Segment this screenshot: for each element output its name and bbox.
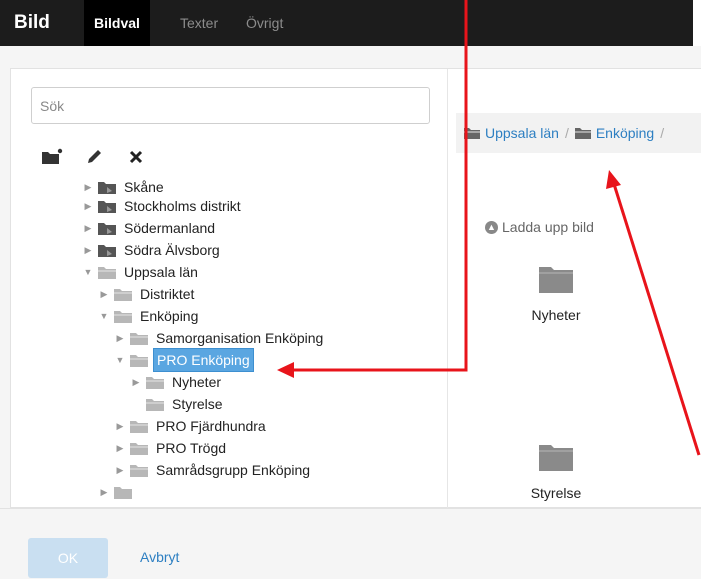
folder-lock-icon — [98, 181, 116, 194]
header-edge — [693, 0, 701, 46]
folder-tile-label: Styrelse — [530, 485, 582, 501]
caret-down-icon[interactable]: ▼ — [83, 261, 93, 283]
tree-item-label: Enköping — [140, 308, 199, 324]
caret-down-icon[interactable]: ▼ — [115, 349, 125, 371]
breadcrumb-separator: / — [564, 125, 569, 141]
panel-divider — [447, 69, 448, 509]
tree-item-selected[interactable]: ▼ PRO Enköping — [115, 348, 254, 372]
folder-icon — [114, 288, 132, 301]
folder-lock-icon — [98, 222, 116, 235]
breadcrumb-item[interactable]: Enköping — [574, 125, 655, 141]
folder-icon — [130, 332, 148, 345]
caret-right-icon[interactable]: ▶ — [83, 195, 93, 217]
top-bar: Bild Bildval Texter Övrigt — [0, 0, 701, 46]
folder-icon — [146, 398, 164, 411]
upload-circle-icon: ▲ — [485, 220, 498, 234]
cancel-link[interactable]: Avbryt — [140, 549, 179, 565]
folder-icon — [539, 267, 573, 293]
folder-icon — [130, 420, 148, 433]
tree-item[interactable]: ▶ Nyheter — [131, 371, 224, 393]
tree-item[interactable]: ▶ Stockholms distrikt — [83, 195, 244, 217]
tree-item[interactable]: ▼ Uppsala län — [83, 261, 201, 283]
folder-tile[interactable]: Styrelse — [511, 443, 601, 501]
tree-item-label: PRO Fjärdhundra — [156, 418, 266, 434]
dialog-title: Bild — [14, 12, 50, 33]
tab-texter[interactable]: Texter — [170, 0, 228, 46]
breadcrumb-label: Uppsala län — [485, 125, 559, 141]
tree-item[interactable]: ▶ Distriktet — [99, 283, 197, 305]
tree-item-label: PRO Enköping — [153, 348, 254, 372]
delete-icon[interactable] — [125, 147, 147, 167]
caret-right-icon[interactable]: ▶ — [83, 217, 93, 239]
caret-right-icon[interactable]: ▶ — [99, 481, 109, 501]
new-folder-icon[interactable] — [41, 147, 63, 167]
dialog-footer: OK Avbryt — [0, 508, 701, 579]
tree-item-label: Södermanland — [124, 220, 216, 236]
caret-right-icon[interactable]: ▶ — [131, 371, 141, 393]
caret-right-icon[interactable]: ▶ — [99, 283, 109, 305]
folder-icon — [114, 486, 132, 499]
folder-icon — [146, 376, 164, 389]
tree-item[interactable]: ▶ Samrådsgrupp Enköping — [115, 459, 313, 481]
tree-item-label: Styrelse — [172, 396, 223, 412]
caret-down-icon[interactable]: ▼ — [99, 305, 109, 327]
tree-item[interactable]: ▶ Södermanland — [83, 217, 218, 239]
folder-tree: ▶ Skåne ▶ Stockholms distrikt ▶ Söderman… — [11, 179, 441, 501]
breadcrumb-item[interactable]: Uppsala län — [464, 125, 559, 141]
breadcrumb: Uppsala län / Enköping / — [456, 113, 701, 153]
ok-button[interactable]: OK — [28, 538, 108, 578]
tree-item-label: Distriktet — [140, 286, 195, 302]
folder-icon — [130, 442, 148, 455]
tree-item[interactable]: Styrelse — [131, 393, 226, 415]
tree-item[interactable]: ▶ PRO Trögd — [115, 437, 229, 459]
tab-bildval[interactable]: Bildval — [84, 0, 150, 46]
tree-item[interactable]: ▶ Södra Älvsborg — [83, 239, 223, 261]
tree-item-label: Stockholms distrikt — [124, 198, 241, 214]
folder-lock-icon — [98, 244, 116, 257]
caret-right-icon[interactable]: ▶ — [115, 459, 125, 481]
tab-ovrigt[interactable]: Övrigt — [236, 0, 293, 46]
folder-lock-icon — [98, 200, 116, 213]
folder-open-icon — [130, 354, 148, 367]
pencil-icon[interactable] — [83, 147, 105, 167]
upload-label: Ladda upp bild — [502, 219, 594, 235]
breadcrumb-label: Enköping — [595, 125, 655, 141]
folder-tile-label: Nyheter — [531, 307, 581, 323]
caret-right-icon[interactable]: ▶ — [115, 327, 125, 349]
caret-right-icon[interactable]: ▶ — [83, 239, 93, 261]
tree-item[interactable]: ▶ Samorganisation Enköping — [115, 327, 326, 349]
folder-icon — [539, 445, 573, 471]
tree-item[interactable]: ▼ Enköping — [99, 305, 201, 327]
folder-open-icon — [464, 128, 480, 139]
caret-right-icon[interactable]: ▶ — [115, 415, 125, 437]
tree-item-label: Samorganisation Enköping — [156, 330, 324, 346]
tree-item-label: Samrådsgrupp Enköping — [156, 462, 311, 478]
breadcrumb-separator: / — [660, 125, 665, 141]
main-panel: ▶ Skåne ▶ Stockholms distrikt ▶ Söderman… — [10, 68, 701, 509]
tree-item-label: Nyheter — [172, 374, 222, 390]
folder-open-icon — [98, 266, 116, 279]
search-input[interactable] — [31, 87, 430, 124]
tree-item-partial[interactable]: ▶ — [99, 481, 137, 501]
tree-item-label: Uppsala län — [124, 264, 198, 280]
folder-icon — [130, 464, 148, 477]
folder-open-icon — [114, 310, 132, 323]
tree-item[interactable]: ▶ PRO Fjärdhundra — [115, 415, 269, 437]
caret-right-icon[interactable]: ▶ — [115, 437, 125, 459]
dialog-body: ▶ Skåne ▶ Stockholms distrikt ▶ Söderman… — [0, 46, 701, 509]
folder-tile[interactable]: Nyheter — [511, 265, 601, 323]
tree-item-label: PRO Trögd — [156, 440, 227, 456]
upload-image-button[interactable]: ▲ Ladda upp bild — [485, 219, 594, 235]
tree-item-label: Södra Älvsborg — [124, 242, 220, 258]
folder-open-icon — [574, 128, 591, 139]
